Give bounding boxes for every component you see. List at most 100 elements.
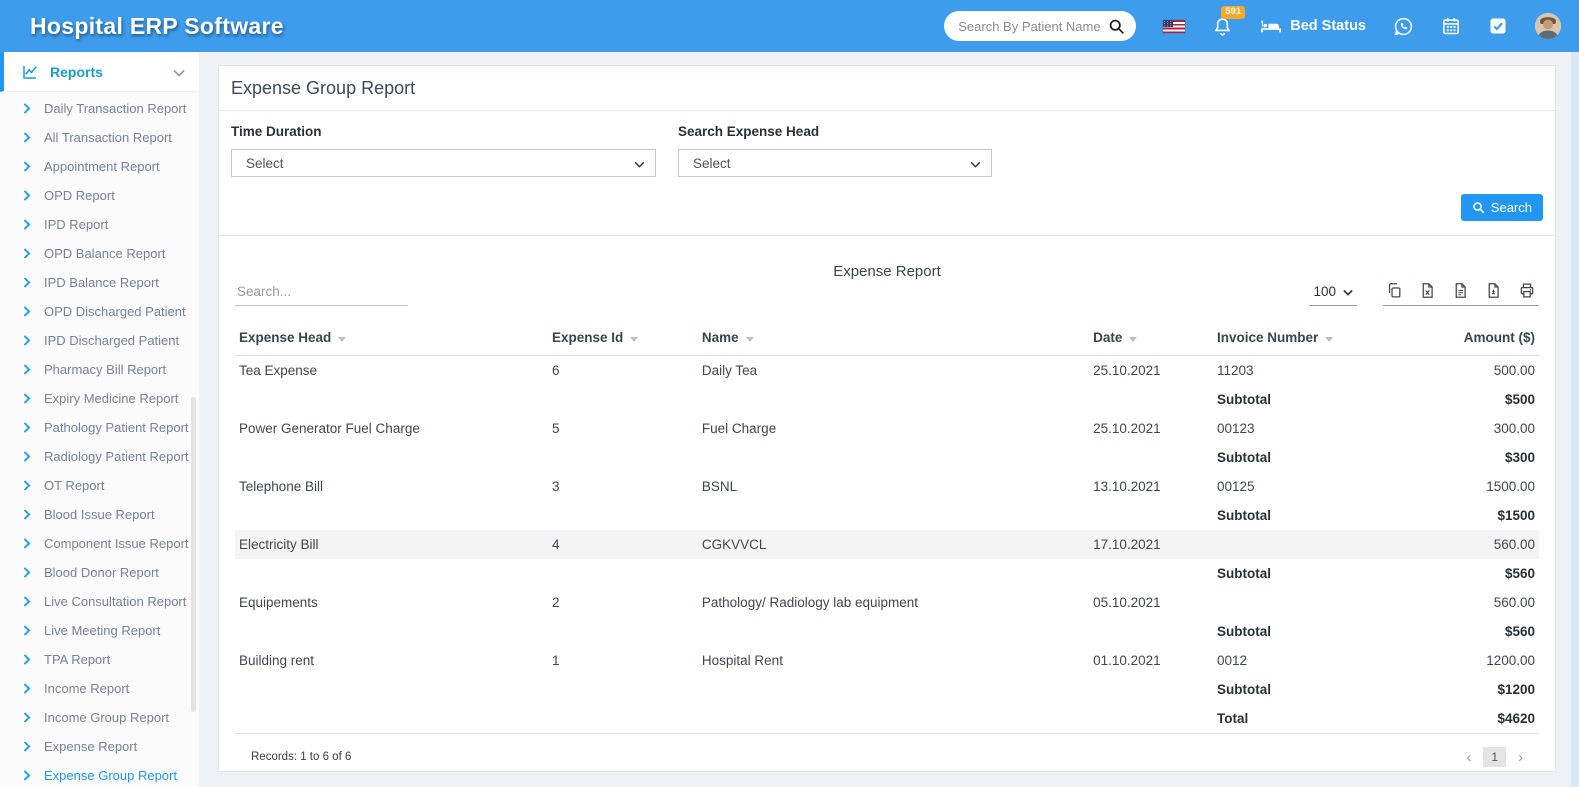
cell-invoice	[1213, 530, 1396, 559]
sort-caret-icon	[1129, 337, 1137, 342]
sidebar-item-9[interactable]: Pharmacy Bill Report	[0, 355, 199, 384]
sidebar-item-16[interactable]: Blood Donor Report	[0, 558, 199, 587]
expense-head-filter: Search Expense Head Select	[678, 124, 992, 177]
chevron-right-icon	[23, 393, 31, 404]
subtotal-row: Subtotal $300	[235, 443, 1539, 472]
column-header-label: Expense Id	[552, 330, 623, 345]
sidebar-item-10[interactable]: Expiry Medicine Report	[0, 384, 199, 413]
column-header[interactable]: Expense Id	[548, 321, 698, 356]
column-header-label: Invoice Number	[1217, 330, 1318, 345]
sidebar-item-18[interactable]: Live Meeting Report	[0, 616, 199, 645]
table-search	[235, 280, 408, 306]
sidebar-item-12[interactable]: Radiology Patient Report	[0, 442, 199, 471]
cell-invoice: 0012	[1213, 646, 1396, 675]
sidebar-item-11[interactable]: Pathology Patient Report	[0, 413, 199, 442]
page-size-value: 100	[1313, 284, 1336, 299]
bed-status-label: Bed Status	[1290, 18, 1366, 34]
cell-invoice: 11203	[1213, 356, 1396, 386]
chevron-right-icon	[23, 509, 31, 520]
table-search-input[interactable]	[235, 280, 408, 306]
sidebar-item-6[interactable]: IPD Balance Report	[0, 268, 199, 297]
cell-amount: 1200.00	[1396, 646, 1539, 675]
calendar-button[interactable]	[1441, 16, 1461, 36]
chevron-right-icon	[23, 161, 31, 172]
chevron-right-icon	[23, 538, 31, 549]
next-page-button[interactable]: ›	[1518, 750, 1523, 765]
cell-expense-id: 3	[548, 472, 698, 501]
total-value: $4620	[1396, 704, 1539, 734]
cell-subtotal-value: $560	[1396, 617, 1539, 646]
copy-icon[interactable]	[1386, 282, 1403, 299]
column-header[interactable]: Name	[698, 321, 1089, 356]
sidebar-item-15[interactable]: Component Issue Report	[0, 529, 199, 558]
whatsapp-button[interactable]	[1393, 16, 1414, 37]
sidebar-item-13[interactable]: OT Report	[0, 471, 199, 500]
tasks-button[interactable]	[1488, 16, 1508, 36]
cell-name: BSNL	[698, 472, 1089, 501]
cell-date: 25.10.2021	[1089, 414, 1213, 443]
sidebar-item-22[interactable]: Expense Report	[0, 732, 199, 761]
sidebar-item-20[interactable]: Income Report	[0, 674, 199, 703]
column-header[interactable]: Invoice Number	[1213, 321, 1396, 356]
sidebar-item-7[interactable]: OPD Discharged Patient	[0, 297, 199, 326]
export-excel-icon[interactable]	[1419, 282, 1436, 299]
sidebar-item-1[interactable]: All Transaction Report	[0, 123, 199, 152]
cell-name: Daily Tea	[698, 356, 1089, 386]
pagination: ‹ 1 ›	[1466, 747, 1523, 767]
sidebar-item-4[interactable]: IPD Report	[0, 210, 199, 239]
sidebar-menu-reports[interactable]: Reports	[0, 52, 199, 92]
sidebar-item-5[interactable]: OPD Balance Report	[0, 239, 199, 268]
patient-search[interactable]	[944, 11, 1136, 41]
prev-page-button[interactable]: ‹	[1466, 750, 1471, 765]
page-size-select[interactable]: 100	[1309, 281, 1357, 306]
sidebar-item-label: OPD Discharged Patient	[44, 304, 186, 319]
column-header[interactable]: Date	[1089, 321, 1213, 356]
chevron-right-icon	[23, 625, 31, 636]
table-toolbar: 100	[235, 280, 1539, 306]
sidebar-item-0[interactable]: Daily Transaction Report	[0, 94, 199, 123]
sidebar-item-23[interactable]: Expense Group Report	[0, 761, 199, 787]
expense-head-select[interactable]: Select	[678, 149, 992, 177]
sidebar-scrollbar[interactable]	[191, 397, 196, 712]
total-row: Total $4620	[235, 704, 1539, 734]
sidebar-item-8[interactable]: IPD Discharged Patient	[0, 326, 199, 355]
column-header-label: Date	[1093, 330, 1122, 345]
toolbar-right: 100	[1309, 281, 1539, 306]
chevron-right-icon	[23, 364, 31, 375]
cell-name: Hospital Rent	[698, 646, 1089, 675]
chart-icon	[21, 63, 39, 81]
search-button[interactable]: Search	[1461, 194, 1543, 221]
chevron-right-icon	[23, 248, 31, 259]
column-header[interactable]: Expense Head	[235, 321, 548, 356]
page-scrollbar[interactable]	[1571, 52, 1579, 787]
export-csv-icon[interactable]	[1452, 282, 1469, 299]
chevron-right-icon	[23, 741, 31, 752]
print-icon[interactable]	[1518, 282, 1536, 299]
cell-expense-id: 6	[548, 356, 698, 386]
user-avatar[interactable]	[1535, 13, 1561, 39]
notifications-button[interactable]: 591	[1212, 16, 1233, 37]
sidebar-item-21[interactable]: Income Group Report	[0, 703, 199, 732]
column-header[interactable]: Amount ($)	[1396, 321, 1539, 356]
notification-badge: 591	[1221, 6, 1245, 19]
sidebar-item-label: Income Group Report	[44, 710, 169, 725]
time-duration-select[interactable]: Select	[231, 149, 656, 177]
cell-expense-id: 1	[548, 646, 698, 675]
page-number-button[interactable]: 1	[1483, 747, 1506, 767]
cell-subtotal-label: Subtotal	[1213, 443, 1396, 472]
sidebar-item-17[interactable]: Live Consultation Report	[0, 587, 199, 616]
whatsapp-icon	[1393, 16, 1414, 37]
cell-invoice: 00123	[1213, 414, 1396, 443]
sidebar-item-3[interactable]: OPD Report	[0, 181, 199, 210]
patient-search-input[interactable]	[958, 19, 1108, 34]
export-pdf-icon[interactable]	[1485, 282, 1502, 299]
bed-status-button[interactable]: Bed Status	[1260, 17, 1366, 35]
table-row: Telephone Bill 3 BSNL 13.10.2021 00125 1…	[235, 472, 1539, 501]
cell-date: 17.10.2021	[1089, 530, 1213, 559]
cell-subtotal-value: $1500	[1396, 501, 1539, 530]
search-row: Search	[219, 177, 1555, 236]
sidebar-item-2[interactable]: Appointment Report	[0, 152, 199, 181]
language-flag[interactable]	[1163, 20, 1185, 33]
sidebar-item-14[interactable]: Blood Issue Report	[0, 500, 199, 529]
sidebar-item-19[interactable]: TPA Report	[0, 645, 199, 674]
